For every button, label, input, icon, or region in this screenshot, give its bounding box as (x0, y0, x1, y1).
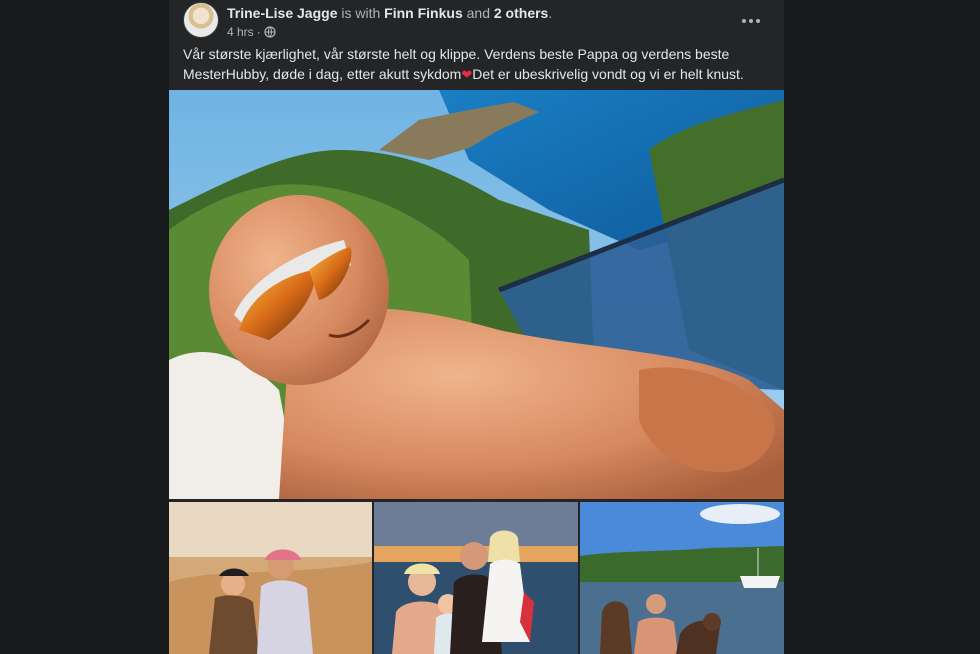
post-message-text-end: Det er ubeskrivelig vondt og vi er helt … (472, 66, 744, 82)
heart-icon: ❤ (461, 67, 473, 82)
globe-icon[interactable] (264, 26, 276, 38)
more-horizontal-icon (742, 19, 746, 23)
more-options-button[interactable] (736, 6, 766, 36)
post-author-line: Trine-Lise Jagge is with Finn Finkus and… (227, 4, 552, 22)
desert-couple-photo[interactable] (169, 502, 372, 654)
and-text: and (462, 5, 494, 21)
others-link[interactable]: 2 others (494, 5, 548, 21)
post-header: Trine-Lise Jagge is with Finn Finkus and… (183, 2, 772, 42)
family-sunset-photo[interactable] (374, 502, 578, 654)
post-meta: 4 hrs · (227, 24, 276, 40)
post-message: Vår største kjærlighet, vår største helt… (183, 44, 775, 85)
man-sunbathing-photo[interactable] (169, 90, 784, 499)
author-name[interactable]: Trine-Lise Jagge (227, 5, 337, 21)
man-with-dogs-photo[interactable] (580, 502, 784, 654)
post-card: Trine-Lise Jagge is with Finn Finkus and… (169, 0, 784, 654)
meta-separator: · (256, 25, 261, 39)
with-text: is with (337, 5, 385, 21)
author-avatar[interactable] (183, 2, 219, 38)
post-timestamp[interactable]: 4 hrs (227, 24, 254, 40)
period: . (548, 5, 553, 21)
tagged-person[interactable]: Finn Finkus (384, 5, 463, 21)
